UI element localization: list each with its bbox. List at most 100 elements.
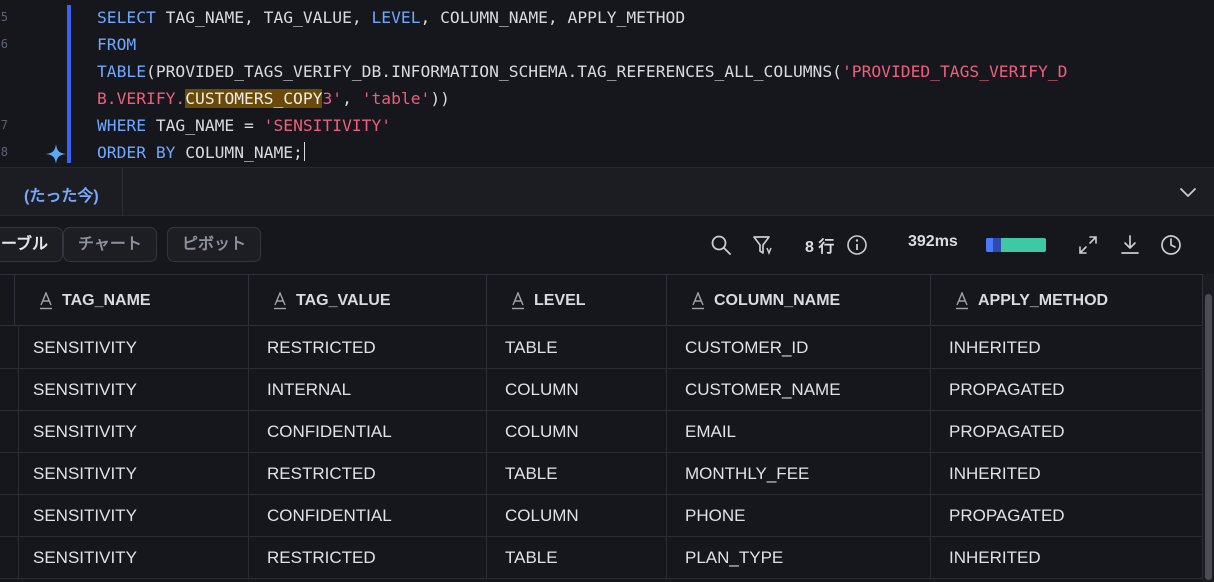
sql-text: COLUMN_NAME;: [175, 143, 303, 162]
sql-text: (PROVIDED_TAGS_VERIFY_DB.INFORMATION_SCH…: [146, 62, 842, 81]
table-cell[interactable]: SENSITIVITY: [15, 411, 249, 453]
code-line[interactable]: ORDER BY COLUMN_NAME;: [97, 139, 1067, 166]
table-cell[interactable]: PROPAGATED: [931, 495, 1203, 537]
table-cell[interactable]: INHERITED: [931, 537, 1203, 579]
table-cell[interactable]: SENSITIVITY: [15, 537, 249, 579]
code-line[interactable]: FROM: [97, 31, 1067, 58]
table-cell[interactable]: INTERNAL: [249, 369, 487, 411]
ai-sparkle-icon[interactable]: [45, 143, 67, 165]
text-type-icon: [274, 292, 286, 310]
text-type-icon: [956, 292, 968, 310]
table-cell[interactable]: TABLE: [487, 327, 667, 369]
table-cell[interactable]: COLUMN: [487, 495, 667, 537]
line-number: 7: [0, 118, 8, 132]
sql-keyword: TABLE: [97, 62, 147, 81]
line-number-gutter: 5 6 7 8: [0, 0, 40, 167]
table-cell[interactable]: SENSITIVITY: [15, 369, 249, 411]
table-cell[interactable]: RESTRICTED: [249, 327, 487, 369]
sql-text: )): [430, 89, 450, 108]
table-view-button[interactable]: ーブル: [0, 227, 64, 262]
table-cell[interactable]: PLAN_TYPE: [667, 537, 931, 579]
table-cell[interactable]: CUSTOMER_ID: [667, 327, 931, 369]
line-number: 5: [0, 10, 8, 24]
column-header-label: LEVEL: [534, 292, 586, 309]
column-header-column-name[interactable]: COLUMN_NAME: [667, 274, 931, 326]
query-duration: 392ms: [908, 233, 958, 250]
table-cell[interactable]: RESTRICTED: [249, 453, 487, 495]
column-header-label: TAG_NAME: [62, 292, 151, 309]
sql-text: TAG_NAME, TAG_VALUE,: [155, 8, 372, 27]
table-cell[interactable]: TABLE: [487, 537, 667, 579]
sql-text: , COLUMN_NAME, APPLY_METHOD: [420, 8, 686, 27]
column-header-tag-value[interactable]: TAG_VALUE: [249, 274, 487, 326]
filter-icon[interactable]: [752, 234, 774, 256]
result-tab-label: (たった今): [24, 188, 99, 205]
info-icon[interactable]: [846, 234, 868, 256]
expand-icon[interactable]: [1077, 234, 1099, 256]
search-highlight: CUSTOMERS_COPY: [185, 89, 323, 108]
line-number: 8: [0, 145, 8, 159]
column-header-label: COLUMN_NAME: [714, 292, 841, 309]
search-icon[interactable]: [710, 234, 732, 256]
sql-string: 'table': [361, 89, 431, 108]
column-header-label: APPLY_METHOD: [978, 292, 1109, 309]
active-statement-marker: [67, 5, 71, 163]
sql-text: TAG_NAME =: [146, 116, 264, 135]
table-cell[interactable]: CONFIDENTIAL: [249, 495, 487, 537]
text-type-icon: [692, 292, 704, 310]
table-cell[interactable]: TABLE: [487, 453, 667, 495]
sql-string: B.VERIFY.: [97, 89, 186, 108]
sql-string: 'PROVIDED_TAGS_VERIFY_D: [841, 62, 1068, 81]
code-line[interactable]: TABLE(PROVIDED_TAGS_VERIFY_DB.INFORMATIO…: [97, 58, 1067, 85]
line-number: 6: [0, 37, 8, 51]
scrollbar-thumb[interactable]: [1205, 294, 1212, 580]
table-cell[interactable]: SENSITIVITY: [15, 495, 249, 537]
sql-text: ,: [342, 89, 362, 108]
sql-string: 'SENSITIVITY': [263, 116, 392, 135]
table-cell[interactable]: PROPAGATED: [931, 411, 1203, 453]
text-cursor: [303, 142, 305, 161]
table-cell[interactable]: MONTHLY_FEE: [667, 453, 931, 495]
code-line[interactable]: WHERE TAG_NAME = 'SENSITIVITY': [97, 112, 1067, 139]
query-timing-bar[interactable]: [986, 238, 1046, 252]
column-header-tag-name[interactable]: TAG_NAME: [15, 274, 249, 326]
sql-keyword: LEVEL: [371, 8, 421, 27]
table-cell[interactable]: COLUMN: [487, 411, 667, 453]
table-cell[interactable]: PROPAGATED: [931, 369, 1203, 411]
table-cell[interactable]: CUSTOMER_NAME: [667, 369, 931, 411]
sql-string: 3': [322, 89, 343, 108]
sql-editor[interactable]: 5 6 7 8 SELECT TAG_NAME, TAG_VALUE, LEVE…: [0, 0, 1214, 167]
table-cell[interactable]: RESTRICTED: [249, 537, 487, 579]
column-header-level[interactable]: LEVEL: [487, 274, 667, 326]
result-tab[interactable]: (たった今): [0, 168, 123, 216]
text-type-icon: [512, 292, 524, 310]
sql-code[interactable]: SELECT TAG_NAME, TAG_VALUE, LEVEL, COLUM…: [97, 4, 1067, 166]
sql-keyword: WHERE: [97, 116, 147, 135]
table-cell[interactable]: INHERITED: [931, 327, 1203, 369]
pivot-view-button[interactable]: ピボット: [167, 227, 262, 262]
sql-keyword: ORDER BY: [97, 143, 176, 162]
column-header-apply-method[interactable]: APPLY_METHOD: [931, 274, 1203, 326]
sql-keyword: FROM: [97, 35, 137, 54]
table-cell[interactable]: COLUMN: [487, 369, 667, 411]
chevron-down-icon[interactable]: [1178, 182, 1198, 202]
table-cell[interactable]: SENSITIVITY: [15, 327, 249, 369]
code-line[interactable]: SELECT TAG_NAME, TAG_VALUE, LEVEL, COLUM…: [97, 4, 1067, 31]
chart-view-button[interactable]: チャート: [63, 227, 157, 262]
column-header-label: TAG_VALUE: [296, 292, 391, 309]
code-line[interactable]: B.VERIFY.CUSTOMERS_COPY3', 'table')): [97, 85, 1067, 112]
results-table: TAG_NAME TAG_VALUE LEVEL COLUMN_NAME APPLY_M…: [0, 274, 1214, 582]
table-cell[interactable]: EMAIL: [667, 411, 931, 453]
row-number-header: [0, 274, 15, 326]
table-cell[interactable]: SENSITIVITY: [15, 453, 249, 495]
sql-keyword: SELECT: [97, 8, 156, 27]
table-cell[interactable]: PHONE: [667, 495, 931, 537]
download-icon[interactable]: [1119, 234, 1141, 256]
table-cell[interactable]: INHERITED: [931, 453, 1203, 495]
result-tab-bar: (たった今): [0, 167, 1214, 216]
table-cell[interactable]: CONFIDENTIAL: [249, 411, 487, 453]
row-count: 8 行: [805, 239, 835, 256]
text-type-icon: [40, 292, 52, 310]
vertical-scrollbar[interactable]: [1203, 274, 1214, 582]
history-icon[interactable]: [1160, 234, 1182, 256]
